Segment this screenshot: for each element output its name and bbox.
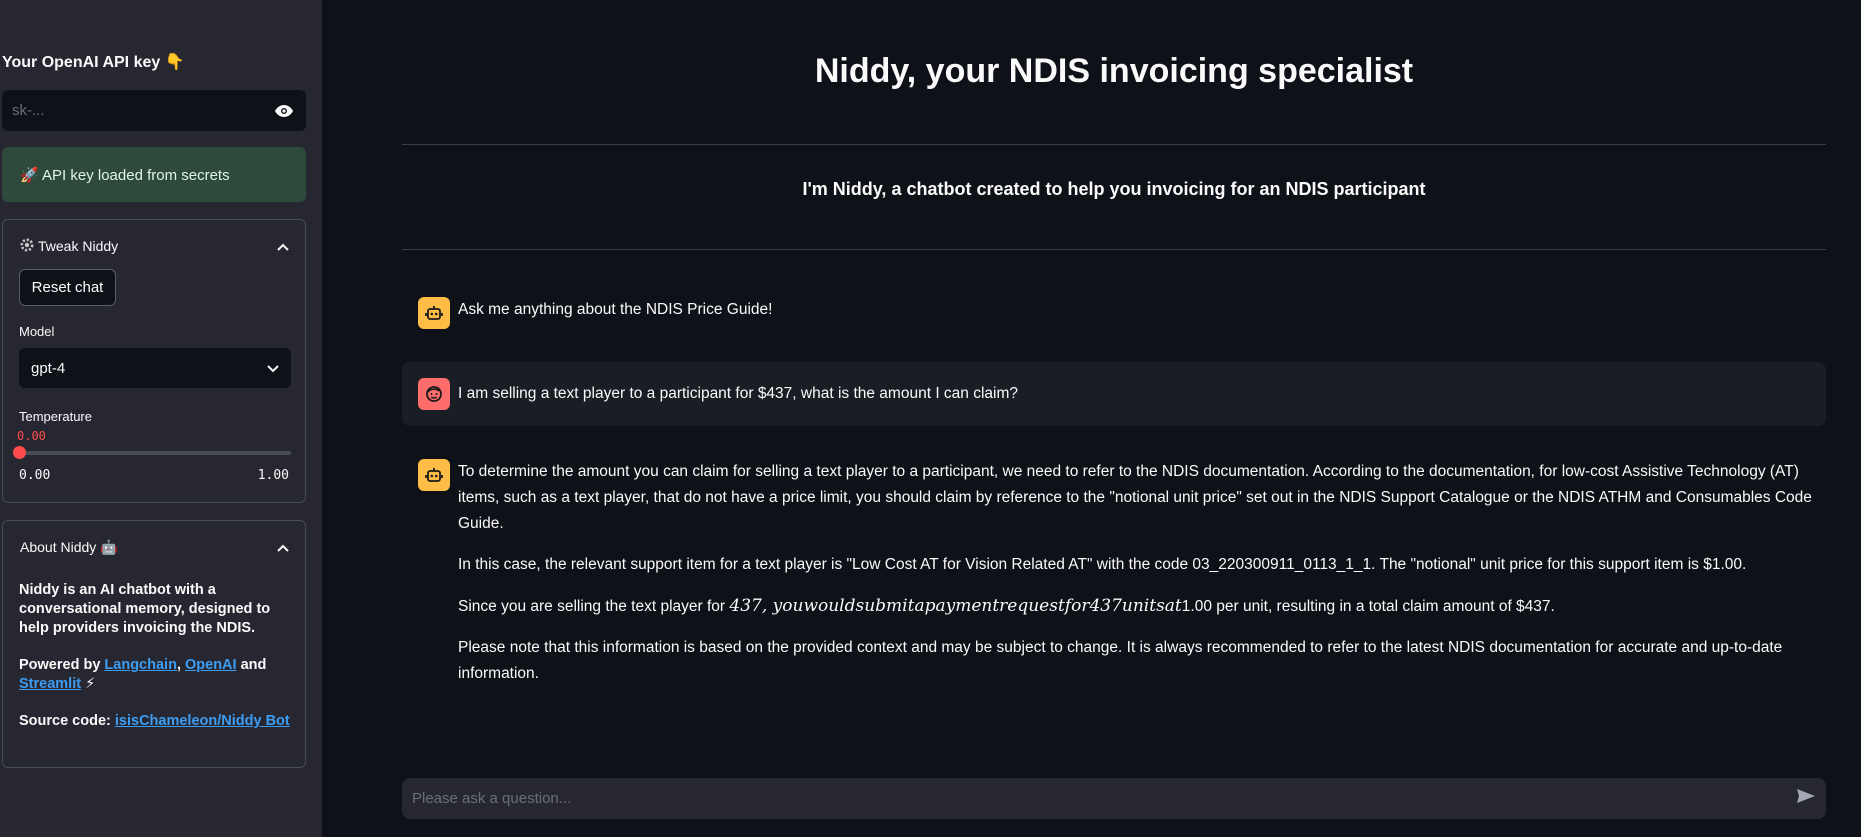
robot-icon: [418, 297, 450, 329]
powered-suffix: ⚡: [81, 676, 96, 692]
message-paragraph: To determine the amount you can claim fo…: [458, 463, 1812, 532]
tweak-expander-header[interactable]: Tweak Niddy: [20, 236, 289, 256]
model-select-value: gpt-4: [31, 359, 66, 377]
about-body: Niddy is an AI chatbot with a conversati…: [19, 581, 293, 749]
api-success-alert: 🚀 API key loaded from secrets: [2, 147, 306, 202]
message-text: To determine the amount you can claim fo…: [458, 459, 1826, 702]
chevron-up-icon[interactable]: [277, 238, 289, 254]
temperature-label: Temperature: [19, 409, 92, 424]
temperature-value: 0.00: [17, 429, 46, 443]
powered-and: and: [236, 657, 267, 673]
chat-message-user: I am selling a text player to a particip…: [402, 362, 1826, 426]
source-link[interactable]: isisChameleon/Niddy Bot: [115, 713, 290, 729]
api-key-input[interactable]: sk-...: [2, 90, 306, 131]
page-title: Niddy, your NDIS invoicing specialist: [814, 52, 1414, 90]
send-icon[interactable]: [1796, 788, 1816, 809]
chat-input[interactable]: Please ask a question...: [402, 778, 1826, 819]
openai-link[interactable]: OpenAI: [185, 657, 237, 673]
temperature-slider-thumb[interactable]: [13, 446, 26, 459]
source-prefix: Source code:: [19, 713, 115, 729]
chevron-down-icon: [267, 360, 279, 377]
model-label: Model: [19, 324, 55, 339]
langchain-link[interactable]: Langchain: [104, 657, 177, 673]
message-text: I am selling a text player to a particip…: [458, 385, 1019, 402]
face-icon: [418, 378, 450, 410]
message-text-suffix: 1.00 per unit, resulting in a total clai…: [1181, 598, 1555, 615]
message-paragraph: Since you are selling the text player fo…: [458, 593, 1824, 620]
model-select[interactable]: gpt-4: [19, 348, 291, 388]
api-key-placeholder: sk-...: [12, 102, 45, 119]
temperature-max: 1.00: [257, 468, 289, 483]
streamlit-link[interactable]: Streamlit: [19, 676, 81, 692]
message-paragraph: In this case, the relevant support item …: [458, 556, 1747, 573]
tweak-expander-title: Tweak Niddy: [38, 238, 119, 254]
message-text: Ask me anything about the NDIS Price Gui…: [458, 301, 773, 318]
page-subtitle: I'm Niddy, a chatbot created to help you…: [802, 179, 1426, 199]
divider: [402, 249, 1826, 250]
sidebar: Your OpenAI API key 👇 sk-... 🚀 API key l…: [0, 0, 322, 837]
chat-message-assistant: Ask me anything about the NDIS Price Gui…: [402, 297, 1826, 329]
chat-input-placeholder: Please ask a question...: [412, 790, 572, 807]
robot-icon: [418, 459, 450, 491]
about-expander-header[interactable]: About Niddy 🤖: [20, 537, 289, 557]
message-paragraph: Please note that this information is bas…: [458, 639, 1783, 682]
message-text-prefix: Since you are selling the text player fo…: [458, 598, 730, 615]
reset-chat-button[interactable]: Reset chat: [19, 269, 116, 306]
powered-by: Powered by Langchain, OpenAI and Streaml…: [19, 656, 293, 694]
about-description: Niddy is an AI chatbot with a conversati…: [19, 582, 271, 636]
eye-icon[interactable]: [272, 99, 296, 123]
gear-icon: [20, 238, 34, 255]
source-code: Source code: isisChameleon/Niddy Bot: [19, 712, 293, 731]
powered-prefix: Powered by: [19, 657, 105, 673]
temperature-min: 0.00: [19, 468, 51, 483]
api-key-label: Your OpenAI API key 👇: [2, 54, 185, 71]
temperature-slider[interactable]: [13, 446, 291, 459]
about-expander: About Niddy 🤖 Niddy is an AI chatbot wit…: [2, 520, 306, 768]
powered-sep: ,: [176, 657, 185, 673]
message-math: 437, youwouldsubmitapaymentrequestfor437…: [729, 596, 1182, 616]
chevron-up-icon[interactable]: [277, 539, 289, 555]
chat-message-assistant: To determine the amount you can claim fo…: [402, 459, 1826, 702]
tweak-expander: Tweak Niddy Reset chat Model gpt-4 Tempe…: [2, 219, 306, 503]
about-expander-title: About Niddy 🤖: [20, 538, 118, 555]
divider: [402, 144, 1826, 145]
